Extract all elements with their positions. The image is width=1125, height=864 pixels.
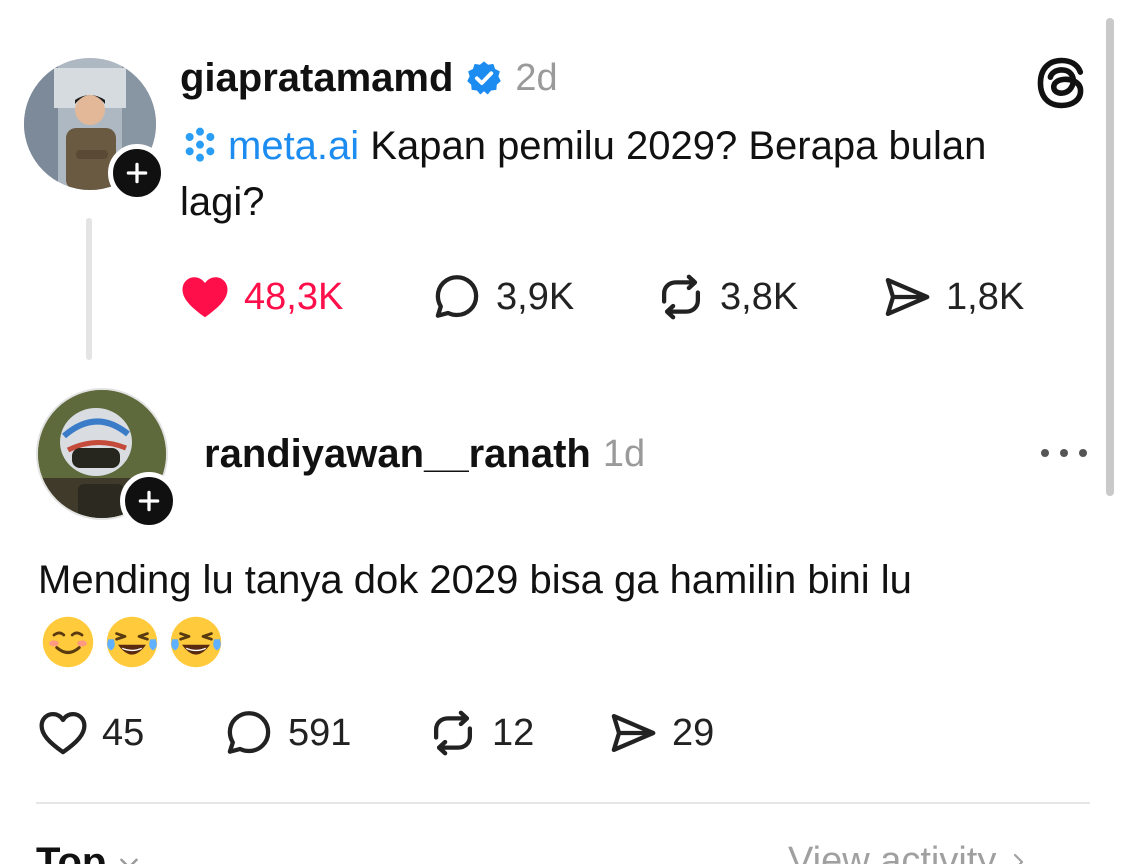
divider	[36, 802, 1090, 804]
repost-button[interactable]: 12	[426, 706, 606, 760]
view-activity-link[interactable]: View activity	[788, 840, 1030, 864]
plus-icon	[138, 490, 160, 512]
reply-timestamp: 1d	[602, 432, 646, 475]
reply-username[interactable]: randiyawan__ranath	[204, 432, 591, 477]
chevron-right-icon	[1014, 853, 1024, 864]
reply-action-bar: 45 591 12 29	[36, 702, 714, 764]
threads-logo-icon[interactable]	[1032, 54, 1090, 112]
reply-author-row: randiyawan__ranath 1d	[204, 428, 645, 480]
reply-button[interactable]: 591	[222, 706, 426, 760]
like-button[interactable]: 48,3K	[178, 270, 430, 324]
view-activity-label: View activity	[788, 840, 997, 864]
repost-icon	[433, 710, 473, 756]
reply-count: 591	[288, 711, 352, 754]
repost-count: 3,8K	[720, 275, 799, 318]
share-count: 1,8K	[946, 275, 1025, 318]
sort-label: Top	[36, 840, 107, 864]
post-timestamp: 2d	[515, 56, 558, 99]
share-button[interactable]: 29	[606, 706, 714, 760]
like-count: 45	[102, 711, 145, 754]
verified-badge-icon	[467, 61, 502, 95]
reply-count: 3,9K	[496, 275, 575, 318]
plus-icon	[126, 162, 148, 184]
send-icon	[885, 277, 930, 317]
post-body: meta.ai Kapan pemilu 2029? Berapa bulan …	[180, 118, 1040, 230]
tears-of-joy-icon	[106, 616, 158, 668]
more-options-icon[interactable]	[1036, 438, 1092, 468]
follow-plus-button[interactable]	[108, 144, 166, 202]
share-button[interactable]: 1,8K	[880, 270, 1024, 324]
smiling-face-icon	[42, 616, 94, 668]
scrollbar[interactable]	[1106, 18, 1114, 496]
post-username[interactable]: giapratamamd	[180, 56, 453, 101]
reply-text: Mending lu tanya dok 2029 bisa ga hamili…	[38, 558, 912, 602]
chevron-down-icon	[120, 858, 139, 864]
heart-outline-icon	[39, 711, 87, 755]
thread-line	[86, 218, 92, 360]
repost-icon	[661, 274, 701, 320]
reply-emojis	[40, 614, 224, 670]
share-count: 29	[672, 711, 715, 754]
meta-ai-icon	[185, 127, 215, 162]
comment-icon	[435, 275, 479, 318]
send-icon	[611, 713, 656, 753]
like-count: 48,3K	[244, 275, 344, 318]
sort-dropdown[interactable]: Top	[36, 840, 142, 864]
follow-plus-button[interactable]	[120, 472, 178, 530]
repost-button[interactable]: 3,8K	[654, 270, 880, 324]
like-button[interactable]: 45	[36, 706, 222, 760]
meta-ai-mention-link[interactable]: meta.ai	[228, 124, 359, 168]
reply-button[interactable]: 3,9K	[430, 270, 654, 324]
repost-count: 12	[492, 711, 535, 754]
post-author-row: giapratamamd 2d	[180, 52, 558, 104]
comment-icon	[227, 711, 271, 754]
heart-filled-icon	[182, 277, 228, 318]
post-action-bar: 48,3K 3,9K 3,8K 1,8K	[178, 266, 1024, 328]
tears-of-joy-icon	[170, 616, 222, 668]
